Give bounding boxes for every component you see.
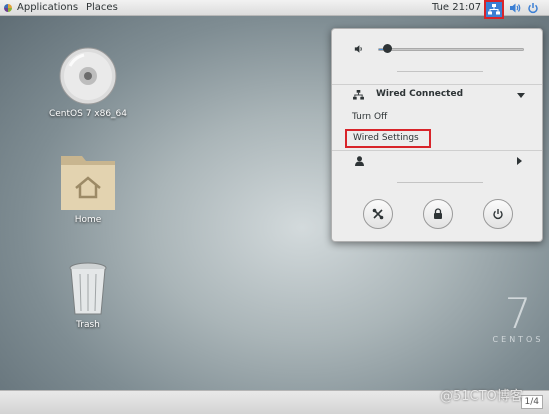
power-icon [493, 209, 503, 220]
volume-icon [510, 3, 521, 13]
chevron-down-icon [517, 93, 525, 98]
section-divider [332, 84, 542, 85]
desktop-icon-label: CentOS 7 x86_64 [48, 109, 128, 119]
desktop-icon-home[interactable]: Home [43, 150, 133, 225]
clock[interactable]: Tue 21:07 [432, 2, 481, 13]
centos-wordmark: CENTOS [492, 335, 544, 344]
volume-tray-button[interactable] [509, 2, 521, 14]
applications-label: Applications [17, 2, 79, 13]
network-tray-button[interactable] [484, 0, 504, 19]
power-icon [528, 3, 538, 14]
separator [397, 71, 483, 72]
settings-button[interactable] [363, 199, 393, 229]
power-tray-button[interactable] [527, 2, 539, 14]
desktop-icon-label: Trash [76, 320, 100, 330]
volume-icon [354, 45, 362, 53]
turn-off-item[interactable]: Turn Off [332, 109, 542, 125]
section-divider [332, 150, 542, 151]
optical-disc-icon [59, 47, 117, 105]
lock-icon [434, 208, 442, 219]
network-header-row[interactable]: Wired Connected [332, 87, 542, 105]
system-status-menu: Wired Connected Turn Off Wired Settings [331, 28, 543, 242]
chevron-right-icon [517, 157, 522, 165]
user-icon [355, 156, 364, 166]
watermark-text: @51CTO博客 [440, 389, 523, 404]
separator [397, 182, 483, 183]
centos-wallpaper-logo: 7 CENTOS [488, 289, 548, 345]
settings-icon [372, 208, 384, 220]
network-wired-icon [488, 4, 500, 15]
places-menu[interactable]: Places [86, 2, 118, 13]
centos-version-number: 7 [504, 289, 532, 338]
network-status-label: Wired Connected [376, 89, 464, 99]
home-folder-icon [61, 156, 115, 210]
volume-slider-knob[interactable] [383, 44, 392, 53]
top-bar: Applications Places Tue 21:07 [0, 0, 549, 19]
workspace-indicator[interactable]: 1/4 [520, 395, 543, 409]
desktop-icon-trash[interactable]: Trash [43, 262, 133, 330]
user-row[interactable] [332, 153, 542, 169]
applications-menu[interactable]: Applications [4, 2, 78, 13]
trash-icon [69, 262, 107, 315]
lock-button[interactable] [423, 199, 453, 229]
wired-settings-item[interactable]: Wired Settings [345, 129, 431, 148]
network-wired-icon [353, 90, 364, 100]
desktop-icon-centos-dvd[interactable]: CentOS 7 x86_64 [43, 46, 133, 119]
gnome-apps-icon [4, 3, 12, 12]
power-off-button[interactable] [483, 199, 513, 229]
desktop-icon-label: Home [74, 215, 102, 225]
volume-slider[interactable] [378, 48, 524, 51]
